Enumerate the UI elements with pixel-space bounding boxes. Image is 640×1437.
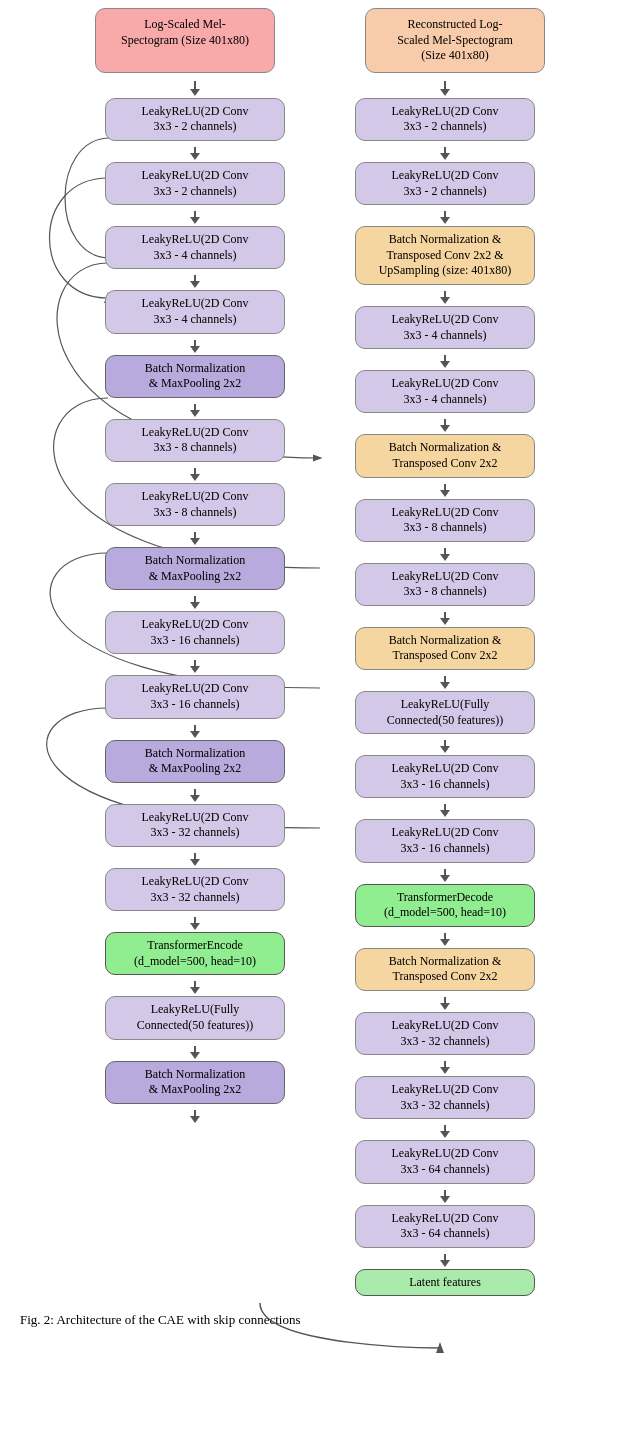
left-bn-maxpool-4: Batch Normalization& MaxPooling 2x2 (105, 1061, 285, 1104)
right-node-8: LeakyReLU(2D Conv3x3 - 16 channels) (355, 819, 535, 862)
right-node-5: LeakyReLU(2D Conv3x3 - 8 channels) (355, 499, 535, 542)
right-node-10: LeakyReLU(2D Conv3x3 - 32 channels) (355, 1076, 535, 1119)
right-node-7: LeakyReLU(2D Conv3x3 - 16 channels) (355, 755, 535, 798)
right-node-6: LeakyReLU(2D Conv3x3 - 8 channels) (355, 563, 535, 606)
svg-marker-2 (436, 1342, 444, 1353)
caption-text: Fig. 2: Architecture of the CAE with ski… (20, 1312, 301, 1327)
right-node-1: LeakyReLU(2D Conv3x3 - 2 channels) (355, 98, 535, 141)
left-node-5: LeakyReLU(2D Conv3x3 - 8 channels) (105, 419, 285, 462)
figure-caption: Fig. 2: Architecture of the CAE with ski… (0, 1302, 640, 1330)
left-node-3: LeakyReLU(2D Conv3x3 - 4 channels) (105, 226, 285, 269)
transformer-decode-node: TransformerDecode(d_model=500, head=10) (355, 884, 535, 927)
right-bn-transconv-2: Batch Normalization &Transposed Conv 2x2 (355, 627, 535, 670)
left-node-10: LeakyReLU(2D Conv3x3 - 32 channels) (105, 868, 285, 911)
left-node-6: LeakyReLU(2D Conv3x3 - 8 channels) (105, 483, 285, 526)
left-node-9: LeakyReLU(2D Conv3x3 - 32 channels) (105, 804, 285, 847)
input-spectrogram-label: Log-Scaled Mel-Spectogram (Size 401x80) (121, 17, 249, 47)
left-bn-maxpool-3: Batch Normalization& MaxPooling 2x2 (105, 740, 285, 783)
right-node-3: LeakyReLU(2D Conv3x3 - 4 channels) (355, 306, 535, 349)
right-node-2: LeakyReLU(2D Conv3x3 - 2 channels) (355, 162, 535, 205)
right-bn-transconv-1: Batch Normalization &Transposed Conv 2x2 (355, 434, 535, 477)
encoder-column: LeakyReLU(2D Conv3x3 - 2 channels) Leaky… (85, 81, 305, 1303)
left-node-7: LeakyReLU(2D Conv3x3 - 16 channels) (105, 611, 285, 654)
left-node-4: LeakyReLU(2D Conv3x3 - 4 channels) (105, 290, 285, 333)
architecture-diagram: Log-Scaled Mel-Spectogram (Size 401x80) … (0, 8, 640, 1330)
top-inputs-row: Log-Scaled Mel-Spectogram (Size 401x80) … (0, 8, 640, 73)
right-node-4: LeakyReLU(2D Conv3x3 - 4 channels) (355, 370, 535, 413)
left-bn-maxpool-2: Batch Normalization& MaxPooling 2x2 (105, 547, 285, 590)
right-bn-transconv-3: Batch Normalization &Transposed Conv 2x2 (355, 948, 535, 991)
latent-features-label: Latent features (409, 1275, 481, 1289)
right-node-12: LeakyReLU(2D Conv3x3 - 64 channels) (355, 1205, 535, 1248)
decoder-column: LeakyReLU(2D Conv3x3 - 2 channels) Leaky… (335, 81, 555, 1303)
right-node-9: LeakyReLU(2D Conv3x3 - 32 channels) (355, 1012, 535, 1055)
left-node-1: LeakyReLU(2D Conv3x3 - 2 channels) (105, 98, 285, 141)
input-spectrogram-box: Log-Scaled Mel-Spectogram (Size 401x80) (95, 8, 275, 73)
output-spectrogram-label: Reconstructed Log-Scaled Mel-Spectogram(… (397, 17, 513, 62)
latent-features-node: Latent features (355, 1269, 535, 1297)
right-node-fc: LeakyReLU(FullyConnected(50 features)) (355, 691, 535, 734)
transformer-encode-node: TransformerEncode(d_model=500, head=10) (105, 932, 285, 975)
left-node-8: LeakyReLU(2D Conv3x3 - 16 channels) (105, 675, 285, 718)
left-node-fc: LeakyReLU(FullyConnected(50 features)) (105, 996, 285, 1039)
left-bn-maxpool-1: Batch Normalization& MaxPooling 2x2 (105, 355, 285, 398)
left-node-2: LeakyReLU(2D Conv3x3 - 2 channels) (105, 162, 285, 205)
output-spectrogram-box: Reconstructed Log-Scaled Mel-Spectogram(… (365, 8, 545, 73)
right-node-11: LeakyReLU(2D Conv3x3 - 64 channels) (355, 1140, 535, 1183)
right-bn-transconv-upsample: Batch Normalization &Transposed Conv 2x2… (355, 226, 535, 285)
